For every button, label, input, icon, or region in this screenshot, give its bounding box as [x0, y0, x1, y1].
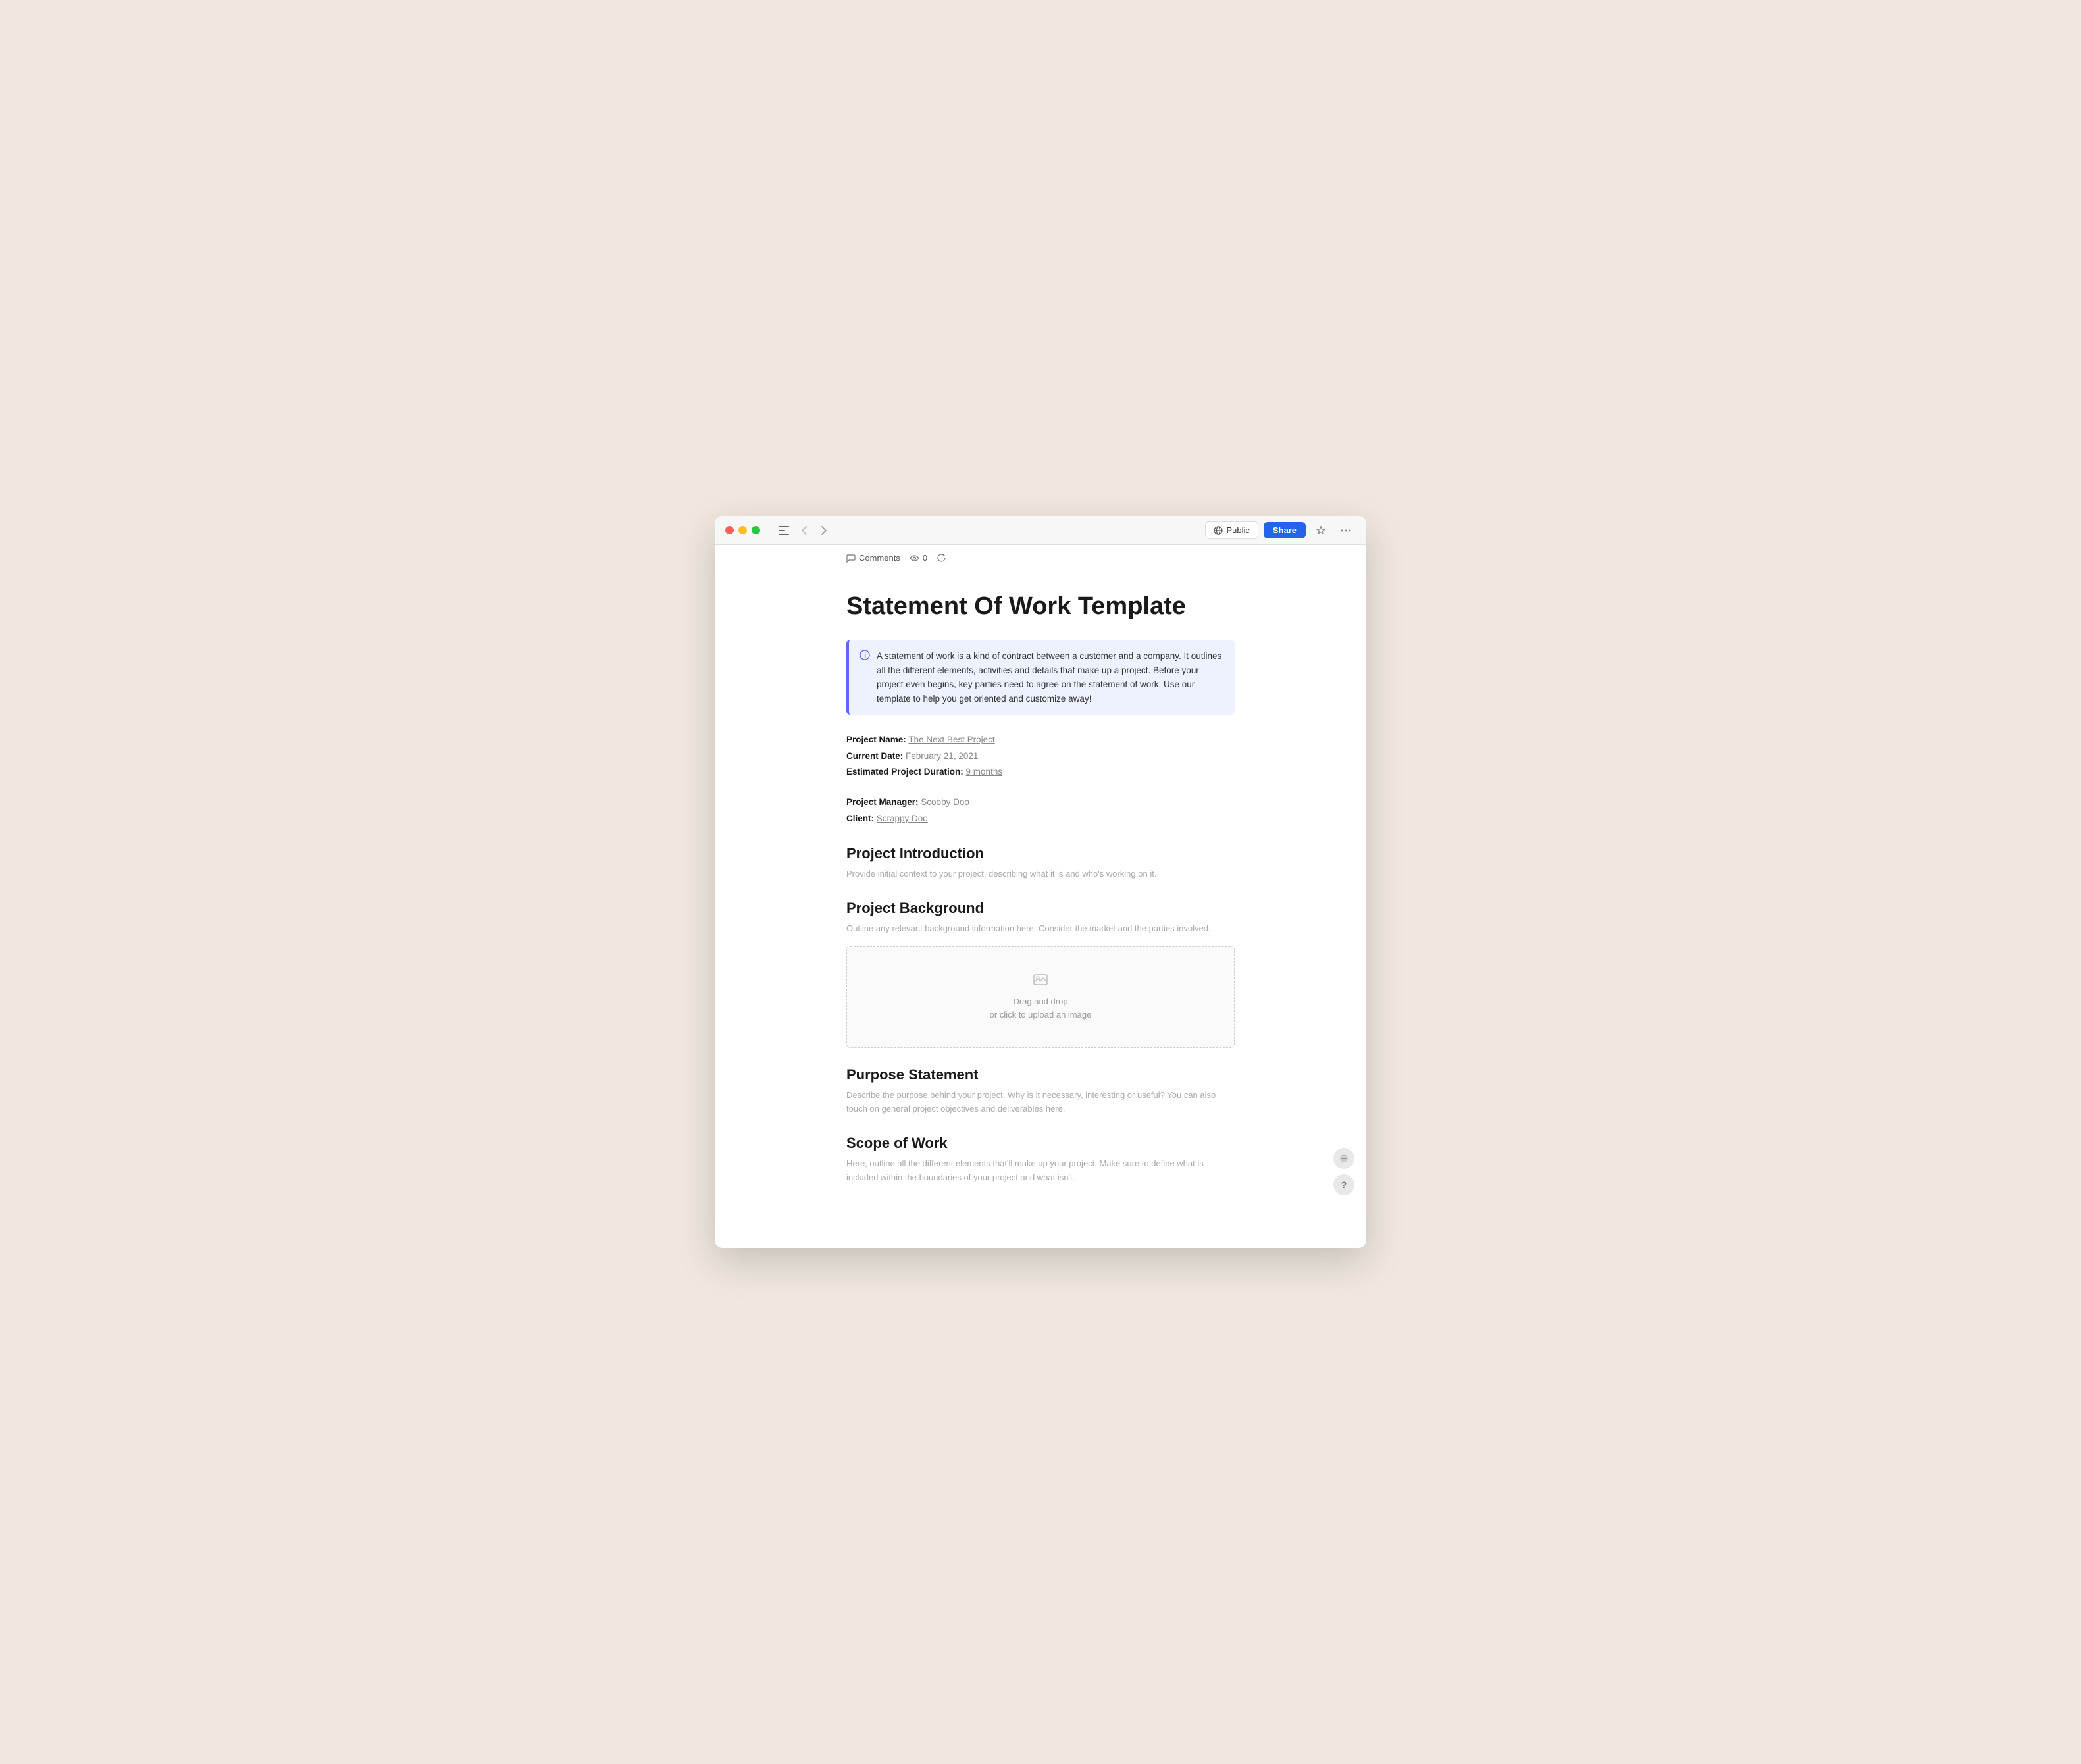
- comments-button[interactable]: Comments: [846, 553, 900, 563]
- public-label: Public: [1226, 525, 1249, 535]
- doc-content: Statement Of Work Template i A statement…: [715, 571, 1366, 1221]
- globe-icon: [1214, 526, 1223, 535]
- nav-icons: [775, 521, 833, 540]
- content-area: Comments 0 Statement Of Work Template: [715, 545, 1366, 1247]
- duration-row: Estimated Project Duration: 9 months: [846, 764, 1235, 780]
- back-arrow-icon[interactable]: [796, 522, 813, 539]
- more-button[interactable]: [1336, 521, 1356, 540]
- refresh-button[interactable]: [937, 553, 946, 563]
- app-window: Public Share: [715, 516, 1366, 1247]
- sidebar-toggle-icon[interactable]: [775, 521, 793, 540]
- help-icon: ?: [1341, 1180, 1347, 1190]
- floating-help-button[interactable]: ?: [1333, 1174, 1354, 1195]
- section-heading-0: Project Introduction: [846, 845, 1235, 862]
- comments-icon: [846, 554, 856, 563]
- client-label: Client:: [846, 814, 874, 823]
- forward-arrow-icon[interactable]: [815, 522, 833, 539]
- svg-text:i: i: [864, 652, 866, 660]
- section-placeholder-3: Here, outline all the different elements…: [846, 1157, 1235, 1185]
- refresh-icon: [937, 553, 946, 563]
- public-button[interactable]: Public: [1205, 521, 1258, 539]
- duration-value[interactable]: 9 months: [966, 767, 1003, 777]
- project-name-label: Project Name:: [846, 735, 906, 744]
- image-upload-area[interactable]: Drag and drop or click to upload an imag…: [846, 946, 1235, 1048]
- project-name-row: Project Name: The Next Best Project: [846, 732, 1235, 748]
- client-row: Client: Scrappy Doo: [846, 811, 1235, 827]
- titlebar-left: [725, 521, 833, 540]
- current-date-label: Current Date:: [846, 751, 903, 761]
- section-placeholder-0: Provide initial context to your project,…: [846, 868, 1235, 881]
- current-date-row: Current Date: February 21, 2021: [846, 748, 1235, 764]
- section-heading-1: Project Background: [846, 900, 1235, 917]
- project-manager-row: Project Manager: Scooby Doo: [846, 794, 1235, 810]
- info-text: A statement of work is a kind of contrac…: [877, 649, 1224, 706]
- doc-toolbar: Comments 0: [715, 545, 1366, 571]
- minimize-button[interactable]: [738, 526, 747, 534]
- upload-icon: [1033, 973, 1048, 990]
- more-icon: [1341, 529, 1351, 532]
- eye-icon: [910, 555, 919, 561]
- titlebar-right: Public Share: [1205, 521, 1356, 540]
- client-value[interactable]: Scrappy Doo: [877, 814, 928, 823]
- traffic-lights: [725, 526, 760, 534]
- team-details: Project Manager: Scooby Doo Client: Scra…: [846, 794, 1235, 827]
- share-button[interactable]: Share: [1264, 522, 1306, 538]
- section-heading-2: Purpose Statement: [846, 1066, 1235, 1083]
- views-count: 0: [923, 553, 927, 563]
- section-placeholder-2: Describe the purpose behind your project…: [846, 1089, 1235, 1116]
- current-date-value[interactable]: February 21, 2021: [906, 751, 978, 761]
- upload-text: Drag and drop or click to upload an imag…: [990, 995, 1092, 1021]
- section-placeholder-1: Outline any relevant background informat…: [846, 922, 1235, 936]
- star-icon: [1316, 525, 1326, 536]
- maximize-button[interactable]: [752, 526, 760, 534]
- close-button[interactable]: [725, 526, 734, 534]
- project-name-value[interactable]: The Next Best Project: [908, 735, 994, 744]
- doc-title: Statement Of Work Template: [846, 592, 1235, 621]
- views-button[interactable]: 0: [910, 553, 927, 563]
- star-button[interactable]: [1311, 521, 1331, 540]
- info-icon: i: [860, 650, 870, 706]
- floating-buttons: ?: [1333, 1148, 1354, 1195]
- comments-label: Comments: [859, 553, 900, 563]
- floating-comment-icon: [1339, 1154, 1349, 1163]
- project-details: Project Name: The Next Best Project Curr…: [846, 732, 1235, 780]
- section-heading-3: Scope of Work: [846, 1135, 1235, 1152]
- project-manager-label: Project Manager:: [846, 797, 919, 807]
- upload-text-line1: Drag and drop: [990, 995, 1092, 1008]
- info-box: i A statement of work is a kind of contr…: [846, 640, 1235, 715]
- floating-comment-button[interactable]: [1333, 1148, 1354, 1169]
- duration-label: Estimated Project Duration:: [846, 767, 963, 777]
- titlebar: Public Share: [715, 516, 1366, 545]
- project-manager-value[interactable]: Scooby Doo: [921, 797, 969, 807]
- upload-text-line2: or click to upload an image: [990, 1008, 1092, 1022]
